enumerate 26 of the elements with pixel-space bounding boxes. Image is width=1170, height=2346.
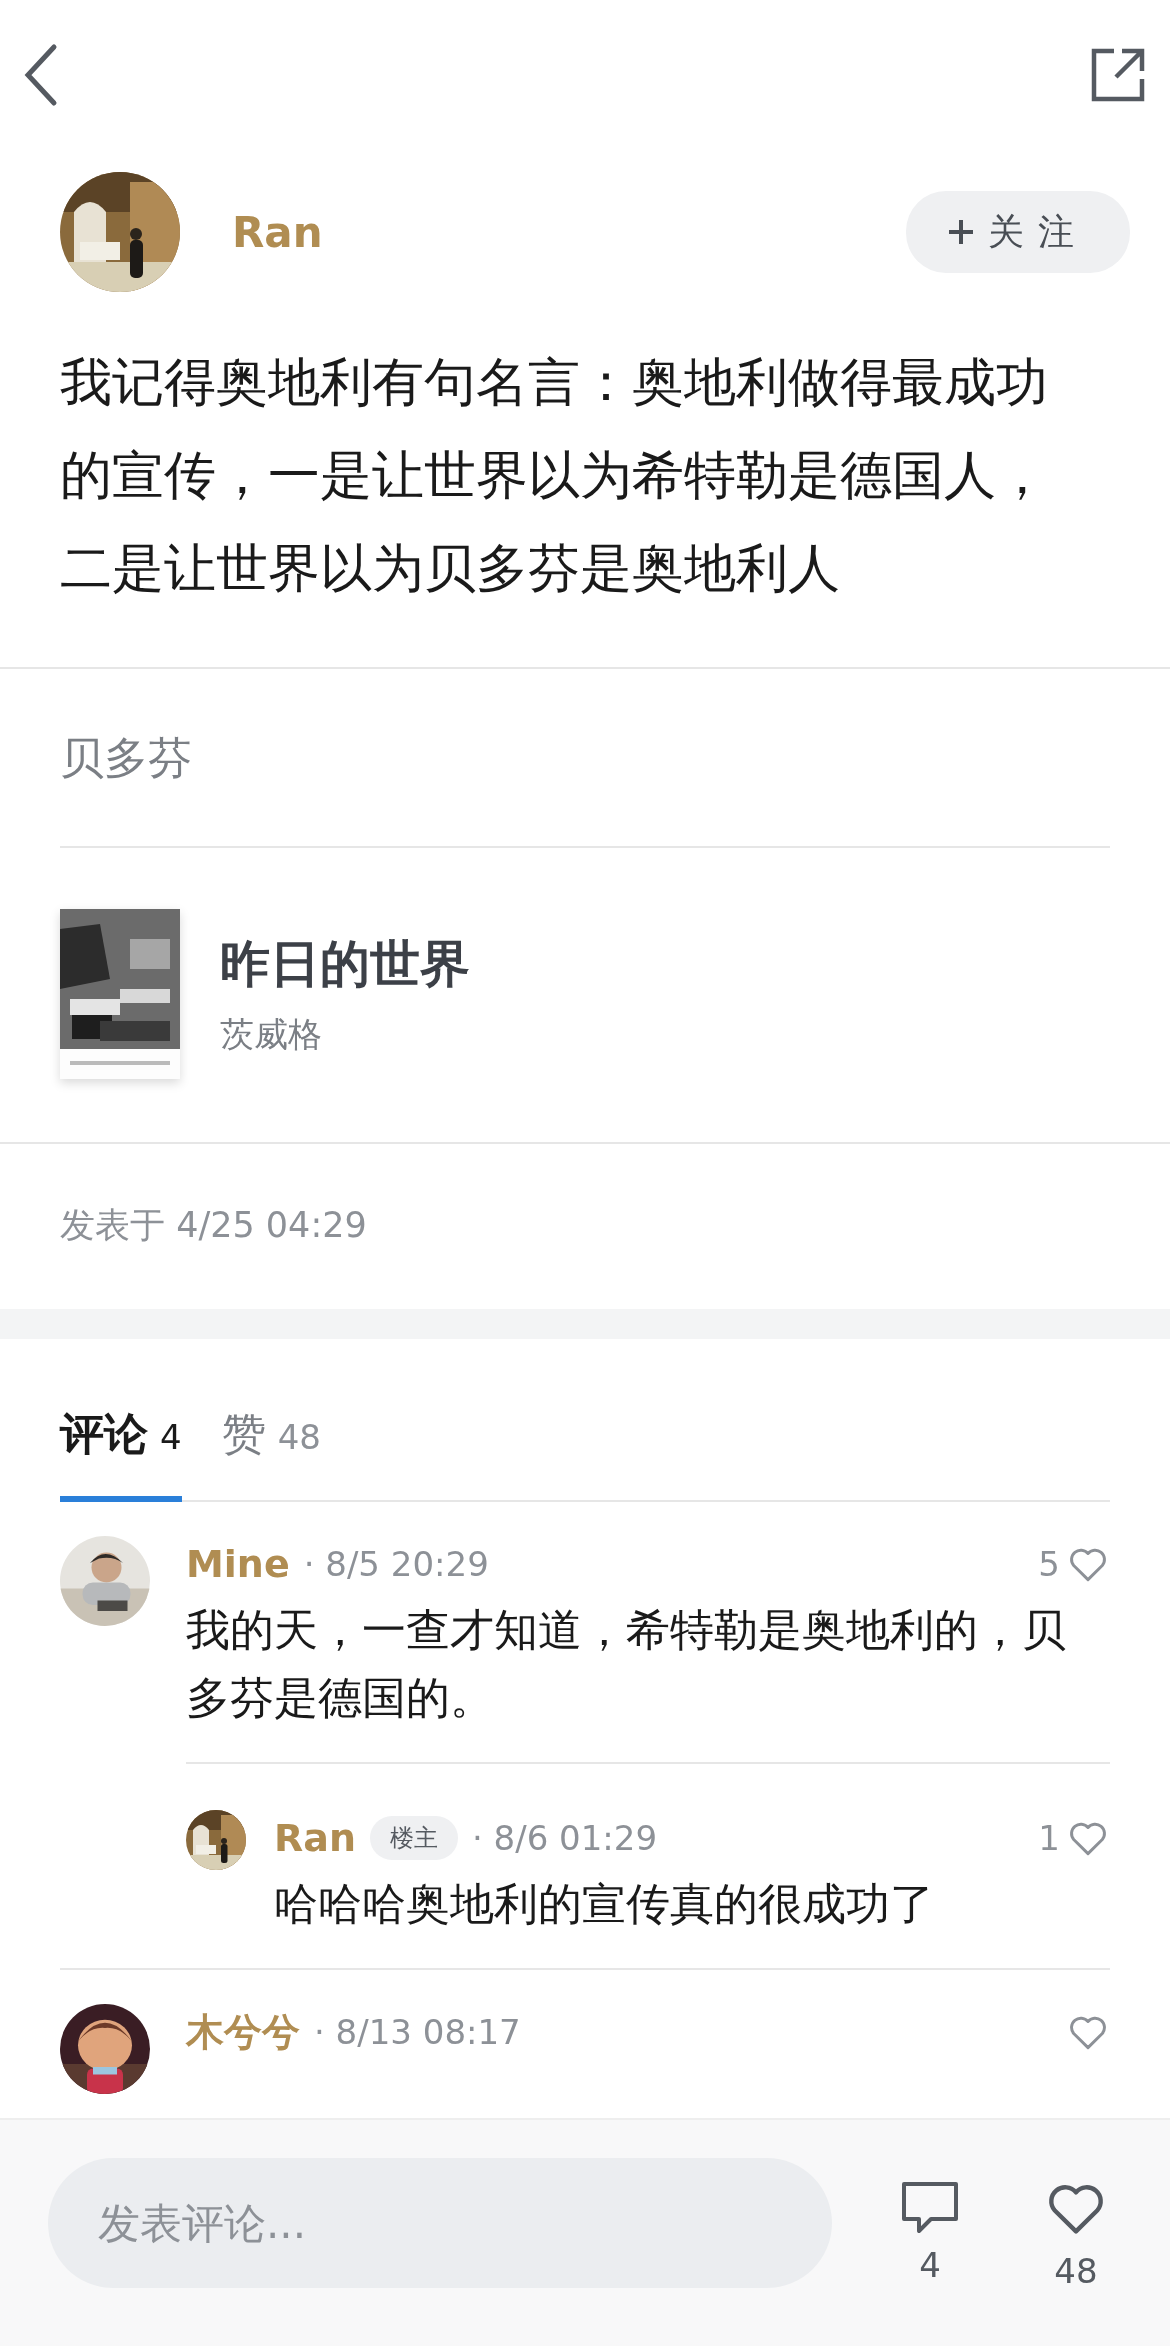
book-author: 茨威格 (220, 1012, 323, 1056)
comment-count: 4 (919, 2245, 941, 2285)
book-title: 昨日的世界 (220, 932, 470, 995)
follow-button[interactable]: 关注 (906, 191, 1130, 273)
post-text: 我记得奥地利有句名言：奥地利做得最成功的宣传，一是让世界以为希特勒是德国人，二是让世界以为贝多芬是奥地利人 (60, 351, 1049, 600)
comment-time: · 8/6 01:29 (471, 1818, 659, 1858)
comment-time: · 8/13 08:17 (314, 2012, 522, 2052)
like-count: 48 (1054, 2251, 1098, 2291)
comments-tab[interactable]: 评论 4 (60, 1405, 182, 1502)
commenter-name[interactable]: 木兮兮 (186, 2006, 300, 2058)
commenter-name[interactable]: Mine (186, 1542, 290, 1586)
comment-time: · 8/5 20:29 (303, 1544, 490, 1584)
topic-label[interactable]: 贝多芬 (60, 669, 1110, 848)
comment-text: 我的天，一查才知道，希特勒是奥地利的，贝多芬是德国的。 (186, 1603, 1067, 1725)
likes-tab[interactable]: 赞 48 (221, 1405, 321, 1502)
commenter-name[interactable]: Ran (274, 1816, 356, 1860)
book-card[interactable]: 昨日的世界 茨威格 (0, 848, 1170, 1142)
comment-text: 哈哈哈奥地利的宣传真的很成功了 (274, 1877, 935, 1931)
like-count: 1 (1038, 1818, 1060, 1858)
author-badge: 楼主 (369, 1816, 458, 1860)
comment-input[interactable]: 发表评论... (48, 2158, 832, 2288)
comment-icon[interactable] (901, 2181, 959, 2235)
like-count: 5 (1038, 1544, 1060, 1584)
share-icon[interactable] (1090, 47, 1146, 103)
author-name[interactable]: Ran (232, 207, 906, 257)
plus-icon (948, 219, 974, 245)
